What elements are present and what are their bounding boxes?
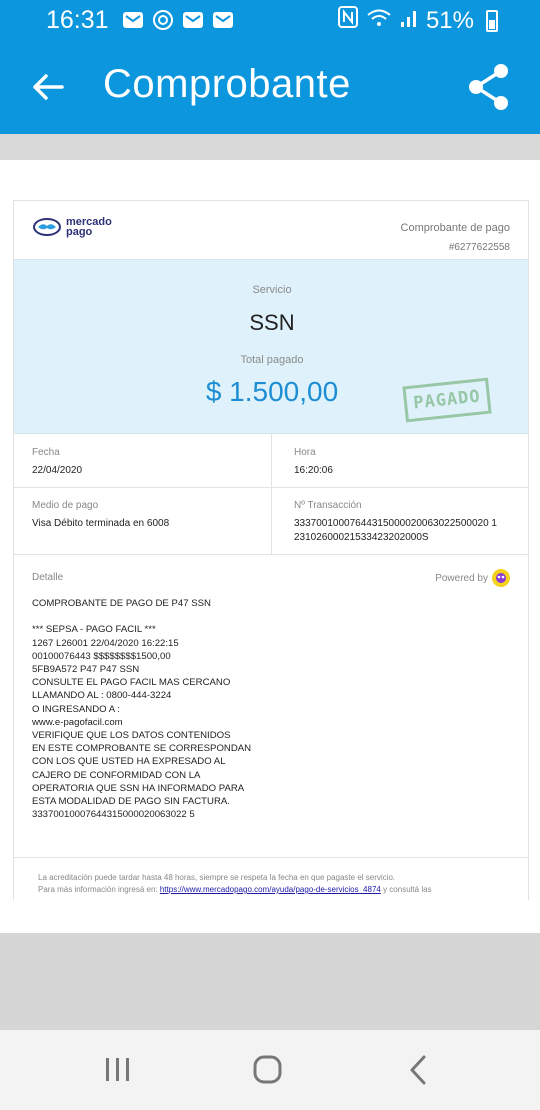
provider-logo-icon [492,569,510,587]
top-separator [0,134,540,160]
bottom-band [0,933,540,1030]
detail-text: COMPROBANTE DE PAGO DE P47 SSN *** SEPSA… [32,598,252,821]
mail-icon [212,9,234,31]
paid-stamp: PAGADO [402,377,492,423]
logo-line2: pago [66,226,93,238]
home-button[interactable] [248,1052,288,1088]
receipt-card: mercado pago Comprobante de pago #627762… [13,200,529,900]
column-divider [271,434,272,554]
fecha-value: 22/04/2020 [32,465,83,476]
battery-icon [486,9,498,32]
system-nav-bar [0,1030,540,1110]
payment-summary: Servicio SSN Total pagado $ 1.500,00 PAG… [14,259,528,434]
status-bar: 16:31 51% [0,0,540,40]
app-bar: Comprobante [0,40,540,134]
page-title: Comprobante [103,62,351,106]
footer-line2: Para más información ingresá en: https:/… [38,884,432,896]
handshake-icon [33,218,61,236]
row-divider [14,487,528,488]
arrow-left-icon [33,74,64,100]
status-time: 16:31 [46,6,109,34]
powered-by-label: Powered by [435,572,488,584]
wifi-icon [366,7,392,35]
home-icon [253,1055,282,1084]
total-label: Total pagado [240,354,304,366]
mercado-pago-logo: mercado pago [32,217,112,238]
recent-apps-button[interactable] [98,1052,138,1088]
back-button[interactable] [28,67,68,107]
mail-icon [182,9,204,31]
service-name: SSN [249,310,295,335]
share-icon [469,64,508,110]
payment-method-label: Medio de pago [32,500,99,511]
signal-icon [400,7,418,35]
footer-prefix: Para más información ingresá en: [38,885,160,894]
section-divider [14,554,528,555]
transaction-value-line1: 33370010007644315000020063022500020 1 [294,518,497,529]
footer-line1: La acreditación puede tardar hasta 48 ho… [38,873,396,882]
system-status: 51% [337,6,498,35]
back-chevron-icon [410,1055,426,1085]
footer-note: La acreditación puede tardar hasta 48 ho… [38,872,432,896]
share-button[interactable] [466,62,512,112]
hora-label: Hora [294,447,316,458]
recent-apps-icon [106,1058,129,1081]
footer-suffix: y consultá las [380,885,432,894]
mail-icon [122,9,144,31]
receipt-type: Comprobante de pago [400,222,510,234]
nfc-icon [337,6,358,35]
battery-percent: 51% [425,6,474,34]
detail-label: Detalle [32,572,64,583]
help-link[interactable]: https://www.mercadopago.com/ayuda/pago-d… [160,885,381,894]
hora-value: 16:20:06 [294,465,333,476]
footer-divider [14,857,528,858]
fecha-label: Fecha [32,447,60,458]
transaction-value-line2: 23102600021533423202000S [294,532,429,543]
service-label: Servicio [252,284,292,296]
back-nav-button[interactable] [398,1052,438,1088]
sync-icon [152,9,174,31]
receipt-number: #6277622558 [448,242,510,253]
notification-icons [122,9,234,31]
payment-method-value: Visa Débito terminada en 6008 [32,518,170,529]
transaction-label: Nº Transacción [294,500,362,511]
powered-by: Powered by [435,569,510,587]
